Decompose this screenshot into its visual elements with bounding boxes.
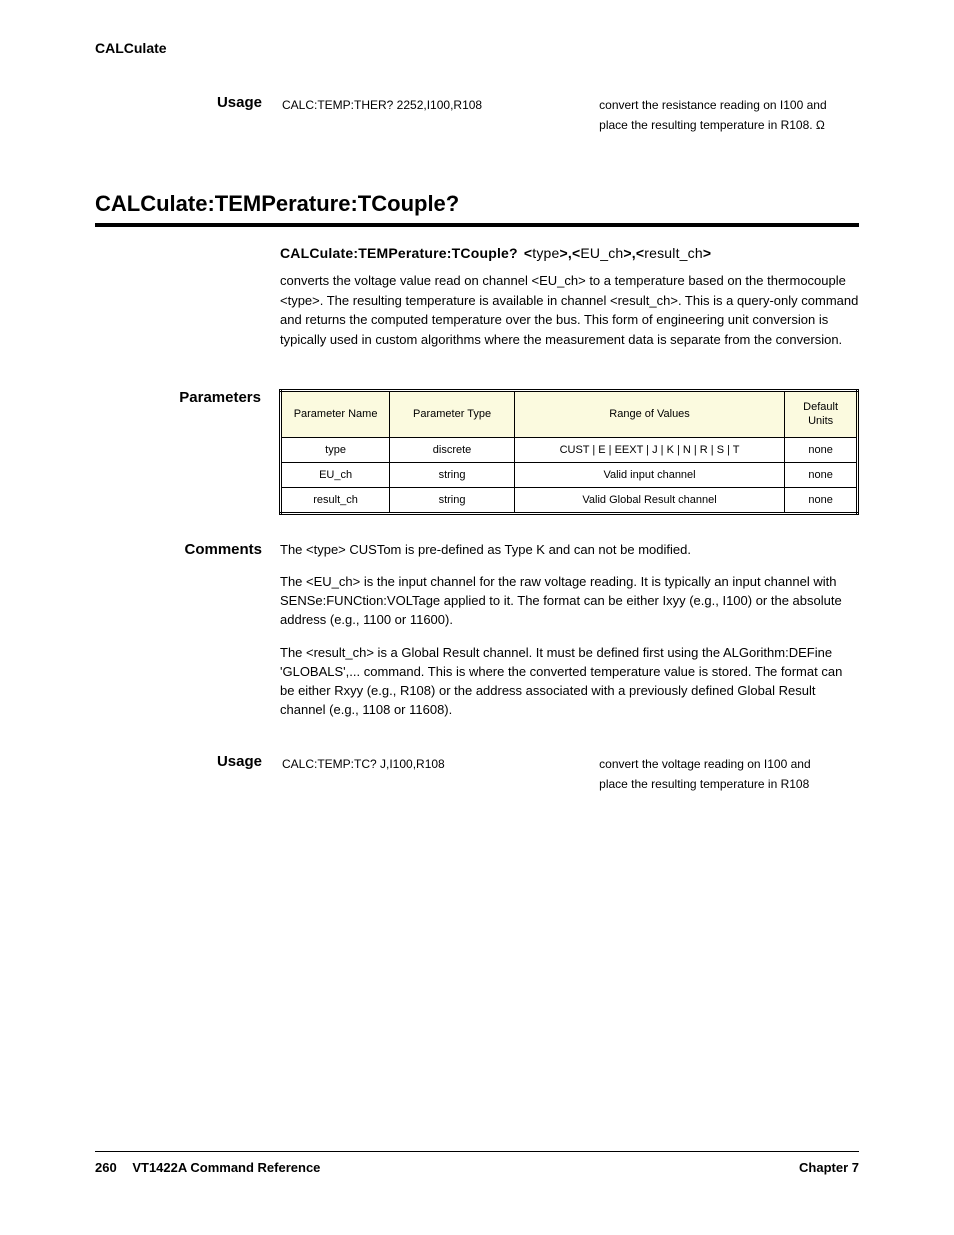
usage-comment-1: convert the resistance reading on I100 a… [599, 96, 857, 114]
usage-code: CALC:TEMP:THER? 2252,I100,R108 [282, 96, 597, 114]
command-description: converts the voltage value read on chann… [280, 271, 859, 349]
th-type: Parameter Type [390, 391, 515, 438]
comments-label: Comments [95, 541, 270, 558]
running-header: CALCulate [95, 40, 859, 56]
section-heading: CALCulate:TEMPerature:TCouple? [95, 191, 859, 217]
parameters-label: Parameters [95, 389, 269, 406]
usage-label-top: Usage [95, 94, 270, 136]
page-footer: 260 VT1422A Command Reference Chapter 7 [95, 1151, 859, 1175]
th-units: Default Units [785, 391, 858, 438]
chapter-label: Chapter 7 [799, 1160, 859, 1175]
comment-3: The <result_ch> is a Global Result chann… [280, 644, 859, 719]
table-row: type discrete CUST | E | EEXT | J | K | … [281, 437, 858, 462]
doc-title: VT1422A Command Reference [132, 1160, 320, 1175]
table-row: result_ch string Valid Global Result cha… [281, 487, 858, 513]
usage-code-b: CALC:TEMP:TC? J,I100,R108 [282, 755, 597, 773]
usage-comment-b1: convert the voltage reading on I100 and [599, 755, 857, 773]
usage-comment-b2: place the resulting temperature in R108 [599, 775, 857, 793]
usage-comment-2: place the resulting temperature in R108.… [599, 116, 825, 134]
command-syntax: CALCulate:TEMPerature:TCouple? <type>,<E… [280, 245, 859, 261]
comment-2: The <EU_ch> is the input channel for the… [280, 573, 859, 630]
th-range: Range of Values [514, 391, 784, 438]
comment-1: The <type> CUSTom is pre-defined as Type… [280, 541, 859, 560]
parameters-table: Parameter Name Parameter Type Range of V… [279, 389, 859, 515]
table-row: EU_ch string Valid input channel none [281, 462, 858, 487]
th-name: Parameter Name [281, 391, 390, 438]
page-number: 260 [95, 1160, 117, 1175]
usage-example-bottom: CALC:TEMP:TC? J,I100,R108 convert the vo… [280, 753, 859, 795]
usage-label-bottom: Usage [95, 753, 270, 795]
usage-example-top: CALC:TEMP:THER? 2252,I100,R108 convert t… [280, 94, 859, 136]
